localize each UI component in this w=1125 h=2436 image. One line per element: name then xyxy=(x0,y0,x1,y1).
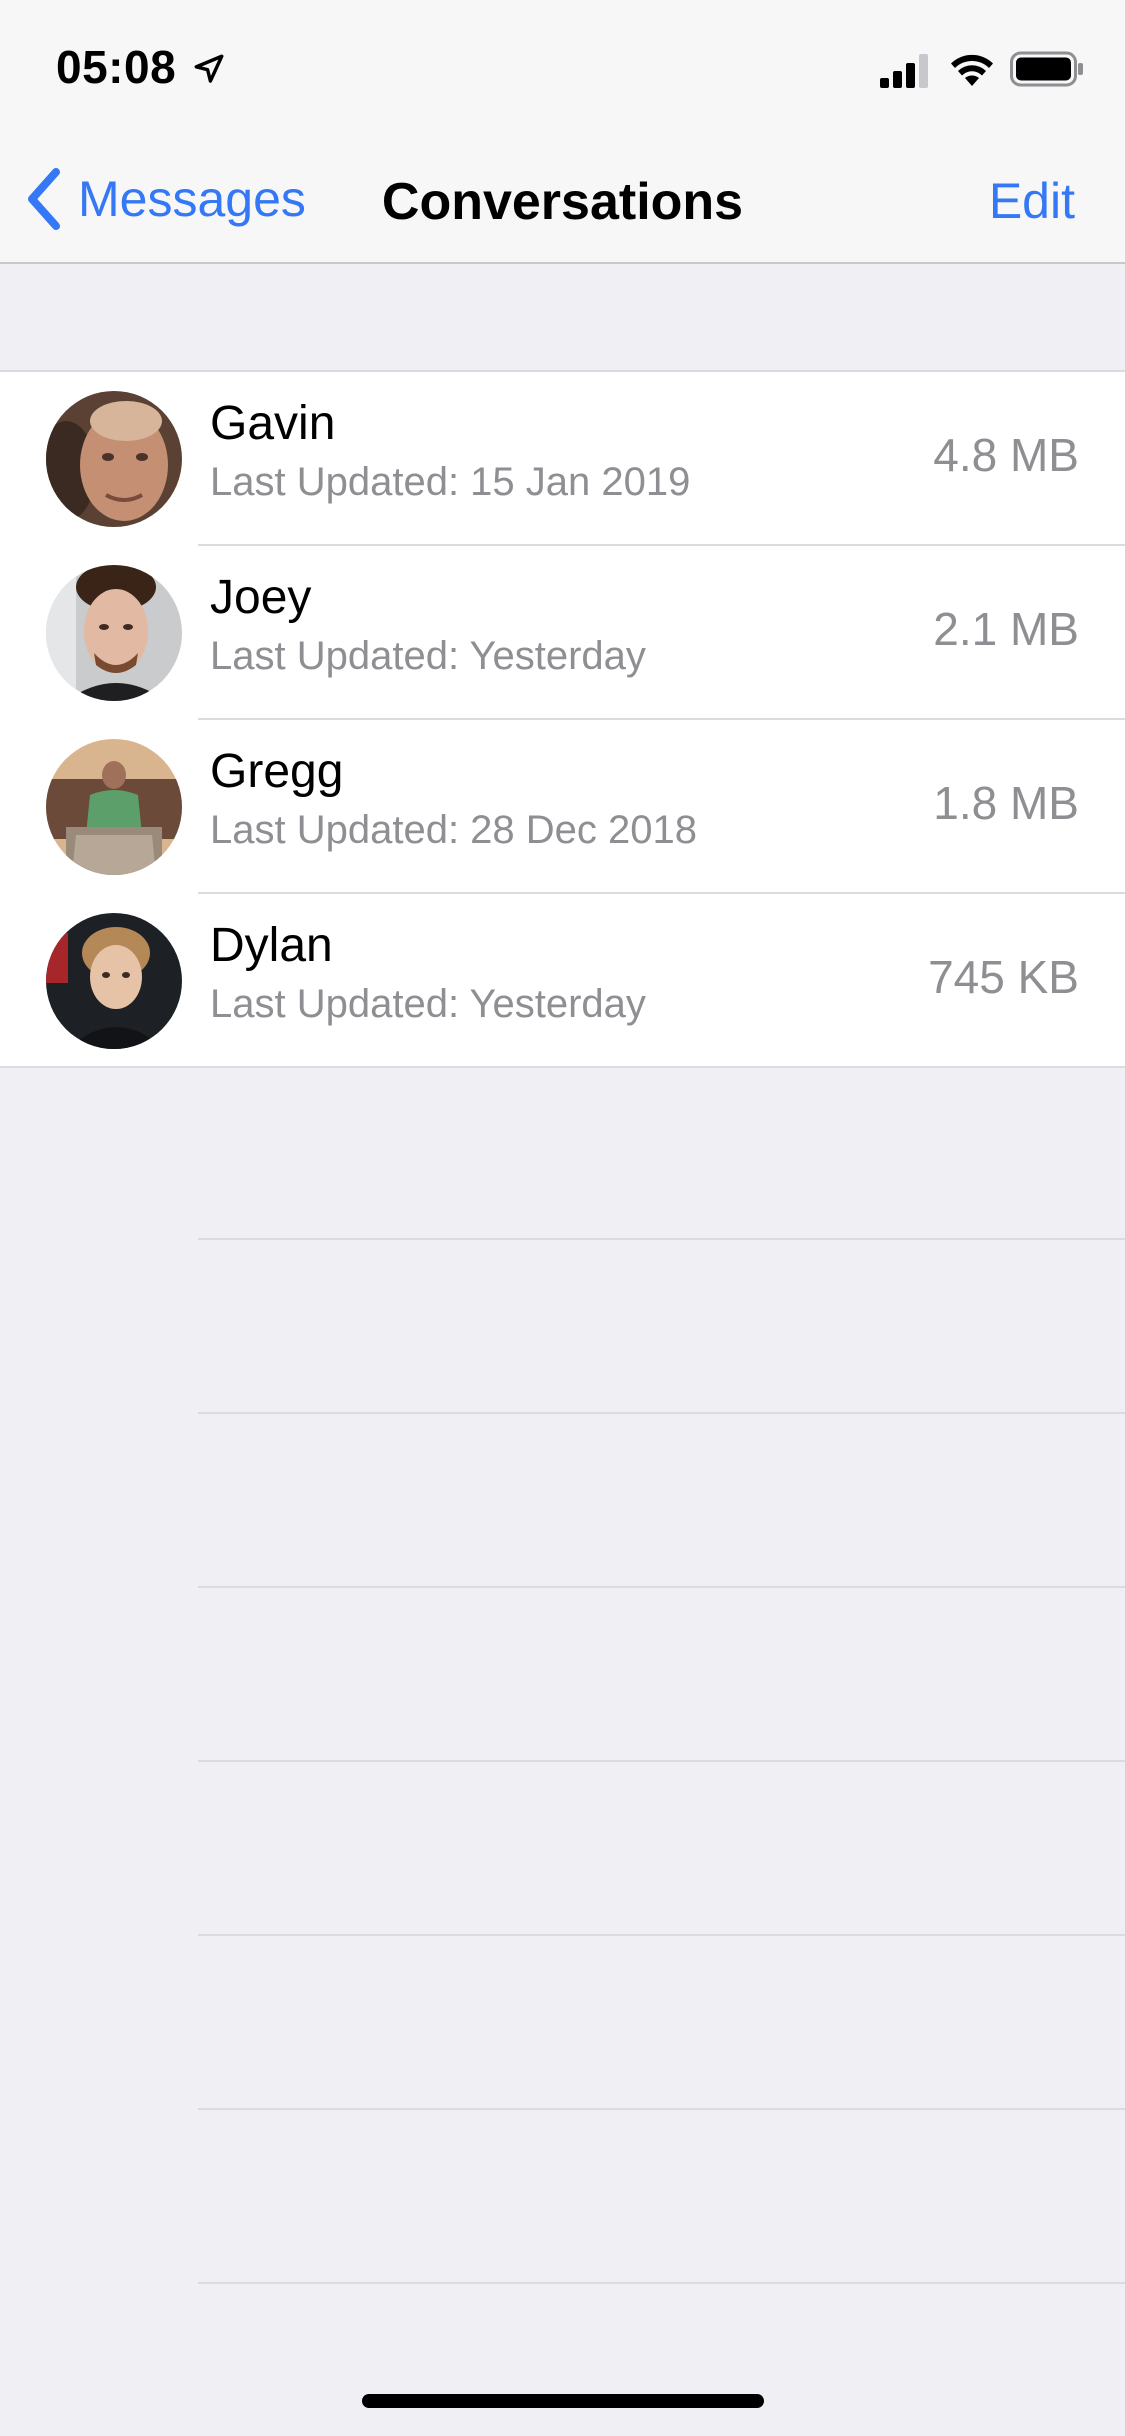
avatar xyxy=(46,913,182,1049)
empty-row-divider xyxy=(198,2282,1125,2284)
list-item[interactable]: Gavin Last Updated: 15 Jan 2019 4.8 MB xyxy=(0,372,1125,546)
edit-button[interactable]: Edit xyxy=(989,172,1075,230)
conversation-size: 745 KB xyxy=(928,951,1079,1003)
empty-row-divider xyxy=(198,2108,1125,2110)
avatar xyxy=(46,391,182,527)
signal-icon xyxy=(880,54,928,88)
conversation-name: Dylan xyxy=(210,919,333,972)
status-time: 05:08 xyxy=(56,41,177,93)
conversation-last-updated: Last Updated: Yesterday xyxy=(210,982,646,1026)
conversation-last-updated: Last Updated: Yesterday xyxy=(210,634,646,678)
conversation-name: Joey xyxy=(210,571,312,624)
empty-row-divider xyxy=(198,1934,1125,1936)
battery-icon xyxy=(1010,51,1083,87)
home-indicator[interactable] xyxy=(362,2394,764,2408)
empty-row-divider xyxy=(198,1238,1125,1240)
conversation-size: 1.8 MB xyxy=(933,777,1079,829)
conversation-name: Gavin xyxy=(210,397,336,450)
wifi-icon xyxy=(951,54,993,86)
list-item[interactable]: Gregg Last Updated: 28 Dec 2018 1.8 MB xyxy=(0,720,1125,894)
list-item[interactable]: Dylan Last Updated: Yesterday 745 KB xyxy=(0,894,1125,1068)
page-title: Conversations xyxy=(381,173,744,231)
conversation-last-updated: Last Updated: 15 Jan 2019 xyxy=(210,460,691,504)
conversation-size: 4.8 MB xyxy=(933,429,1079,481)
location-arrow-icon xyxy=(194,54,224,83)
row-divider xyxy=(0,1066,1125,1068)
conversation-last-updated: Last Updated: 28 Dec 2018 xyxy=(210,808,698,852)
conversation-name: Gregg xyxy=(210,745,344,798)
status-bar: 05:08 xyxy=(0,0,1125,132)
empty-row-divider xyxy=(198,1412,1125,1414)
conversation-list: Gavin Last Updated: 15 Jan 2019 4.8 MB J… xyxy=(0,370,1125,1068)
list-item[interactable]: Joey Last Updated: Yesterday 2.1 MB xyxy=(0,546,1125,720)
empty-row-divider xyxy=(198,1586,1125,1588)
avatar xyxy=(46,739,182,875)
empty-row-divider xyxy=(198,1760,1125,1762)
conversation-size: 2.1 MB xyxy=(933,603,1079,655)
navigation-bar: Messages Conversations Edit xyxy=(0,132,1125,264)
avatar xyxy=(46,565,182,701)
